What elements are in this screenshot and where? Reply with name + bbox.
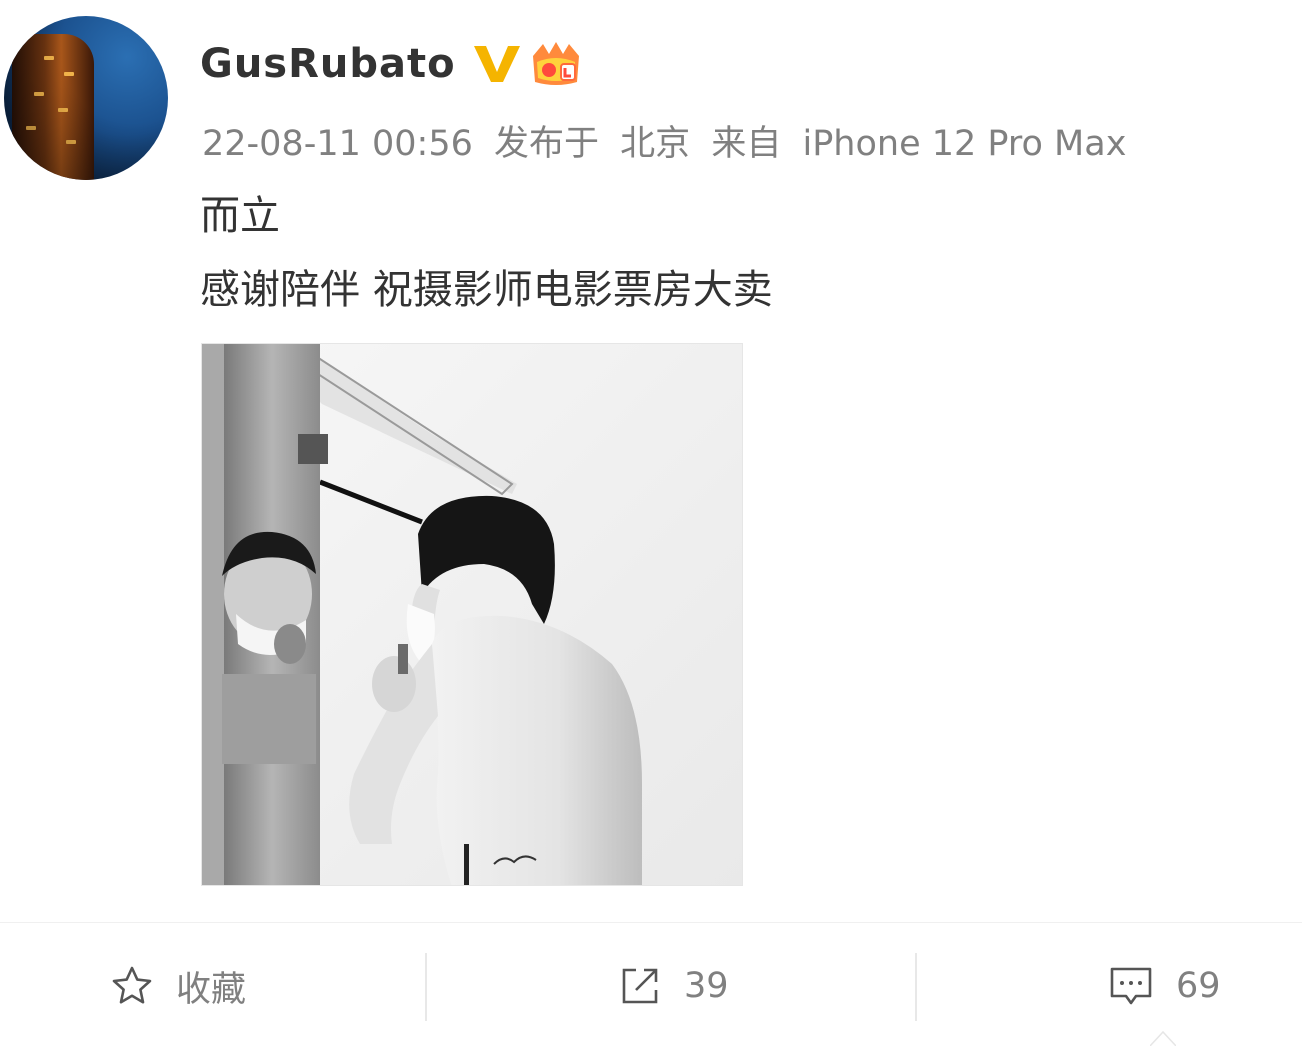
vip-crown-icon[interactable] [527,40,585,88]
caret-up-icon [1150,1030,1176,1046]
post-image-photo [202,344,742,885]
source-prefix: 来自 [711,124,782,164]
comment-count: 69 [1176,966,1221,1006]
post-image[interactable] [201,343,743,886]
favorite-label: 收藏 [176,969,247,1010]
post-meta: 22-08-11 00:56 发布于 北京 来自 iPhone 12 Pro M… [202,118,1126,170]
post-action-toolbar: 收藏 39 69 [0,923,1302,1046]
toolbar-separator [915,953,917,1021]
avatar-vignette [4,16,168,180]
comment-button[interactable]: 69 [1108,951,1221,1021]
post-time[interactable]: 22-08-11 00:56 [202,124,473,164]
location-prefix: 发布于 [494,124,600,164]
username[interactable]: GusRubato [200,36,456,92]
toolbar-separator [425,953,427,1021]
post-location: 北京 [620,124,691,164]
post-text-line-1: 而立 [200,193,280,239]
favorite-button[interactable]: 收藏 [110,951,246,1021]
repost-button[interactable]: 39 [618,951,729,1021]
weibo-post-card: GusRubato 22-08-11 00:56 发布于 北京 来自 iPhon… [0,0,1302,1046]
post-source: iPhone 12 Pro Max [802,124,1127,164]
repost-count: 39 [684,966,729,1006]
post-text-line-2: 感谢陪伴 祝摄影师电影票房大卖 [200,267,773,313]
share-icon [622,968,658,1004]
comment-icon [1110,967,1152,1005]
avatar[interactable] [4,16,168,180]
verified-v-icon [474,46,520,82]
star-icon [112,966,152,1004]
